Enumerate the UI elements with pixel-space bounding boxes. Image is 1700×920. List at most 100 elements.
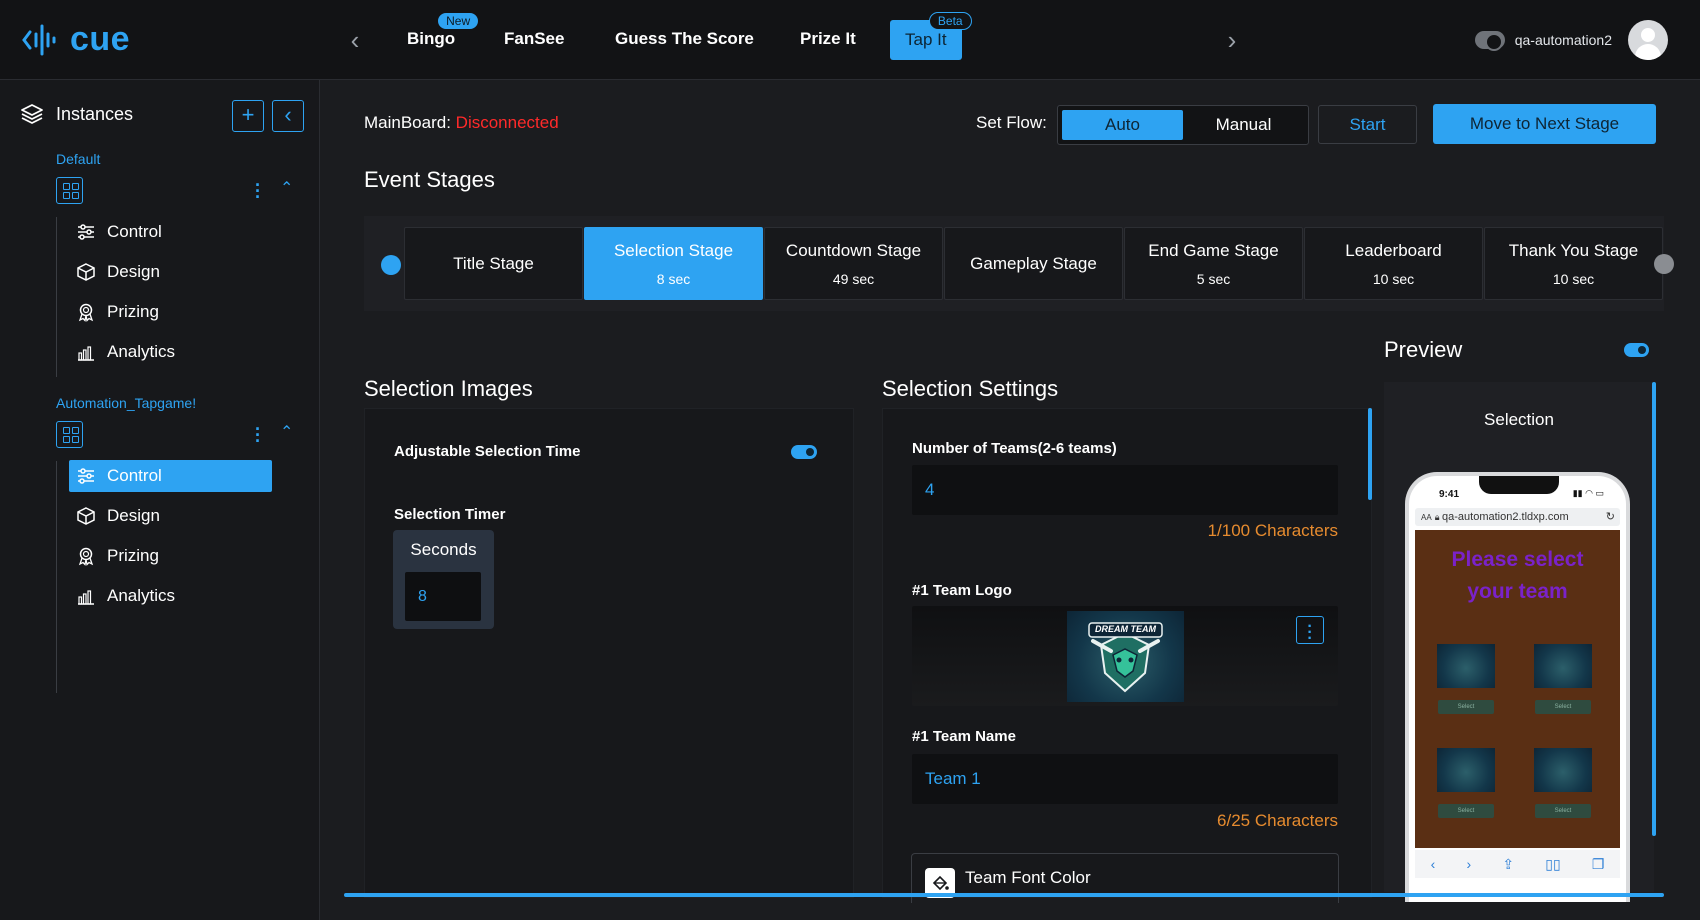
lock-icon: 🔒︎: [1434, 512, 1443, 522]
phone-browser-bar: ‹ › ⇪ ▯▯ ❐: [1415, 850, 1620, 878]
collapse-sidebar-button[interactable]: ‹: [272, 100, 304, 132]
avatar[interactable]: [1628, 20, 1668, 60]
award-icon: [75, 301, 97, 323]
preview-prompt: Please select your team: [1451, 548, 1584, 603]
sidebar-item-control[interactable]: Control: [69, 460, 272, 492]
sidebar-item-label: Prizing: [107, 302, 159, 321]
stage-countdown[interactable]: Countdown Stage 49 sec: [764, 227, 943, 300]
collapse-instance-icon[interactable]: ⌃: [280, 422, 293, 442]
instance-qr-icon[interactable]: [56, 421, 83, 448]
sidebar-item-analytics[interactable]: Analytics: [69, 580, 272, 612]
preview-panel: Selection 9:41 ▮▮ ◠ ▭ AA 🔒︎ qa-automatio…: [1384, 382, 1654, 902]
nav-left-arrow-icon[interactable]: ‹: [343, 26, 367, 54]
logo-text: cue: [70, 20, 131, 58]
layers-icon: [21, 104, 43, 124]
tab-label: Tap It: [905, 30, 947, 49]
soundwave-icon: [22, 24, 56, 55]
preview-scrollbar[interactable]: [1652, 382, 1656, 836]
adjustable-time-label: Adjustable Selection Time: [394, 443, 581, 460]
move-to-next-stage-button[interactable]: Move to Next Stage: [1433, 104, 1656, 144]
preview-select-button: Select: [1535, 700, 1591, 714]
stage-time: 49 sec: [832, 270, 875, 287]
forward-icon: ›: [1466, 856, 1472, 872]
bookmarks-icon: ▯▯: [1545, 855, 1561, 872]
phone-notch: [1479, 476, 1559, 494]
instance-name-automation[interactable]: Automation_Tapgame!: [56, 395, 196, 411]
stage-time: 8 sec: [656, 270, 691, 287]
team-name-label: #1 Team Name: [912, 728, 1016, 745]
tab-label: Guess The Score: [615, 29, 754, 48]
tab-label: Prize It: [800, 29, 856, 48]
stage-time: 10 sec: [1552, 270, 1595, 287]
seconds-input[interactable]: 8: [405, 572, 481, 621]
phone-screen: Please select your team Select Select Se…: [1415, 530, 1620, 848]
back-icon: ‹: [1430, 856, 1436, 872]
instance-qr-icon[interactable]: [56, 177, 83, 204]
stage-name: Leaderboard: [1345, 240, 1442, 260]
theme-toggle[interactable]: [1474, 31, 1505, 51]
selection-timer-label: Selection Timer: [394, 506, 506, 523]
tab-bingo[interactable]: Bingo New: [407, 12, 480, 56]
tab-tap-it[interactable]: Tap It Beta: [890, 12, 972, 60]
instance-options-icon[interactable]: · · ·: [254, 420, 262, 450]
stage-scroll-dot[interactable]: [1654, 254, 1674, 274]
preview-title: Preview: [1384, 337, 1463, 362]
phone-mockup: 9:41 ▮▮ ◠ ▭ AA 🔒︎ qa-automation2.tldxp.c…: [1405, 472, 1630, 902]
sidebar-item-prizing[interactable]: Prizing: [69, 540, 272, 572]
team-logo-image: DREAM TEAM: [1067, 611, 1184, 702]
flow-auto-option[interactable]: Auto: [1062, 110, 1183, 140]
tab-fansee[interactable]: FanSee: [504, 26, 564, 56]
team-logo-label: #1 Team Logo: [912, 582, 1012, 599]
stage-selection[interactable]: Selection Stage 8 sec: [584, 227, 763, 300]
team-logo-upload[interactable]: DREAM TEAM · · ·: [912, 606, 1338, 706]
team-name-input[interactable]: Team 1: [912, 754, 1338, 804]
number-of-teams-input[interactable]: 4: [912, 465, 1338, 515]
stage-time: 5 sec: [1196, 270, 1231, 287]
bar-chart-icon: [75, 585, 97, 607]
stage-gameplay[interactable]: Gameplay Stage: [944, 227, 1123, 300]
beta-badge: Beta: [928, 12, 972, 30]
tab-guess-the-score[interactable]: Guess The Score: [615, 26, 754, 56]
logo-options-icon[interactable]: · · ·: [1296, 616, 1324, 647]
phone-time: 9:41: [1439, 489, 1460, 500]
set-flow-label: Set Flow:: [976, 113, 1047, 132]
sliders-icon: [75, 221, 97, 243]
sidebar-item-prizing[interactable]: Prizing: [69, 296, 272, 328]
instance-name-default[interactable]: Default: [56, 151, 100, 167]
add-instance-button[interactable]: +: [232, 100, 264, 132]
tab-prize-it[interactable]: Prize It: [800, 26, 856, 56]
flow-toggle: Auto Manual: [1057, 105, 1309, 145]
share-icon: ⇪: [1502, 855, 1515, 872]
sidebar-item-label: Control: [107, 222, 162, 241]
sidebar: Instances + ‹ Default · · · ⌃ Control Desi…: [0, 80, 320, 920]
sidebar-item-analytics[interactable]: Analytics: [69, 336, 272, 368]
stage-title[interactable]: Title Stage: [404, 227, 583, 300]
stage-leaderboard[interactable]: Leaderboard 10 sec: [1304, 227, 1483, 300]
instance-options-icon[interactable]: · · ·: [254, 176, 262, 206]
stage-time: 10 sec: [1372, 270, 1415, 287]
sidebar-item-design[interactable]: Design: [69, 256, 272, 288]
nav-right-arrow-icon[interactable]: ›: [1220, 26, 1244, 54]
stage-name: Countdown Stage: [785, 240, 922, 260]
phone-url-prefix: AA: [1421, 513, 1432, 522]
tabs-icon: ❐: [1591, 855, 1605, 872]
stage-end-game[interactable]: End Game Stage 5 sec: [1124, 227, 1303, 300]
horizontal-scrollbar[interactable]: [344, 893, 1664, 897]
instances-header: Instances: [20, 102, 133, 126]
preview-toggle[interactable]: [1624, 343, 1649, 357]
username: qa-automation2: [1514, 32, 1612, 48]
selection-timer-box: Seconds 8: [393, 530, 494, 629]
adjustable-time-toggle[interactable]: [791, 445, 817, 459]
preview-team-logo: [1437, 748, 1495, 792]
flow-manual-option[interactable]: Manual: [1183, 110, 1304, 140]
collapse-instance-icon[interactable]: ⌃: [280, 178, 293, 198]
sidebar-item-control[interactable]: Control: [69, 216, 272, 248]
phone-url-bar: AA 🔒︎ qa-automation2.tldxp.com ↻: [1415, 508, 1620, 526]
cue-logo[interactable]: cue: [22, 20, 130, 59]
sidebar-item-design[interactable]: Design: [69, 500, 272, 532]
seconds-label: Seconds: [410, 540, 477, 559]
settings-scrollbar[interactable]: [1368, 408, 1372, 500]
stage-name: Gameplay Stage: [970, 253, 1097, 273]
stage-thank-you[interactable]: Thank You Stage 10 sec: [1484, 227, 1663, 300]
start-button[interactable]: Start: [1318, 105, 1417, 144]
